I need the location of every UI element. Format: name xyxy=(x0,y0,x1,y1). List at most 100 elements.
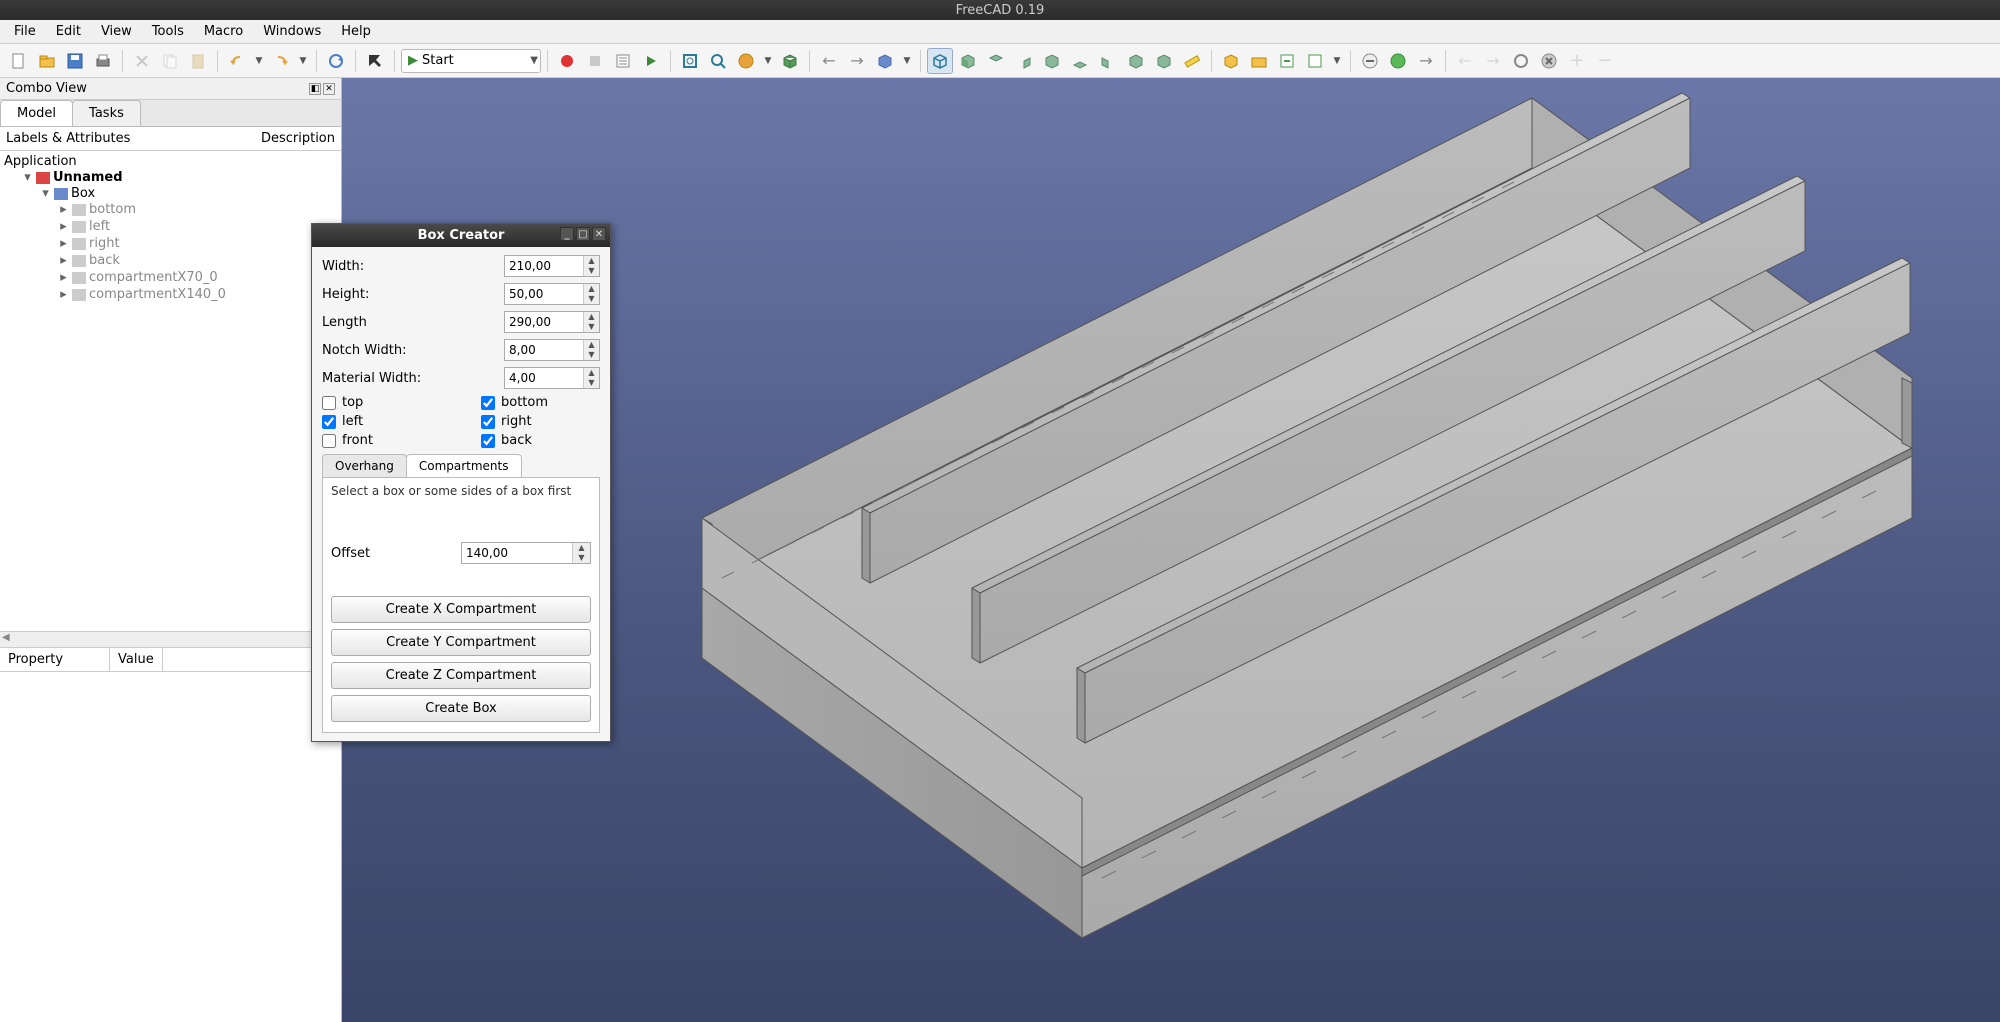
web-zoom-out-button[interactable] xyxy=(1357,48,1383,74)
view-rotate-left-button[interactable] xyxy=(1123,48,1149,74)
nav-fwd-button[interactable]: → xyxy=(844,48,870,74)
tree-hscrollbar[interactable] xyxy=(0,631,341,647)
spin-down-icon[interactable]: ▼ xyxy=(584,378,599,388)
view-top-button[interactable] xyxy=(983,48,1009,74)
length-input[interactable]: ▲▼ xyxy=(504,311,600,333)
menu-file[interactable]: File xyxy=(6,22,44,41)
view-front-button[interactable] xyxy=(955,48,981,74)
dialog-titlebar[interactable]: Box Creator _ □ ✕ xyxy=(312,224,610,247)
macro-list-button[interactable] xyxy=(610,48,636,74)
copy-button[interactable] xyxy=(157,48,183,74)
cut-button[interactable] xyxy=(129,48,155,74)
menu-edit[interactable]: Edit xyxy=(48,22,89,41)
web-zoomin-button[interactable]: + xyxy=(1564,48,1590,74)
spin-up-icon[interactable]: ▲ xyxy=(584,256,599,266)
top-checkbox[interactable]: top xyxy=(322,395,441,410)
spin-up-icon[interactable]: ▲ xyxy=(584,368,599,378)
spin-down-icon[interactable]: ▼ xyxy=(584,322,599,332)
web-stop-button[interactable] xyxy=(1536,48,1562,74)
left-check-input[interactable] xyxy=(322,415,336,429)
spin-up-icon[interactable]: ▲ xyxy=(584,312,599,322)
bounding-box-button[interactable] xyxy=(777,48,803,74)
tree-item[interactable]: ▸bottom xyxy=(58,201,341,218)
tab-model[interactable]: Model xyxy=(0,100,73,126)
save-doc-button[interactable] xyxy=(62,48,88,74)
dialog-close-icon[interactable]: ✕ xyxy=(592,227,606,241)
fit-all-button[interactable] xyxy=(677,48,703,74)
create-box-button[interactable]: Create Box xyxy=(331,695,591,722)
web-zoom-in-button[interactable]: → xyxy=(1413,48,1439,74)
redo-button[interactable] xyxy=(268,48,294,74)
nav-back-button[interactable]: ← xyxy=(816,48,842,74)
undo-button[interactable] xyxy=(224,48,250,74)
spin-up-icon[interactable]: ▲ xyxy=(573,543,590,553)
front-checkbox[interactable]: front xyxy=(322,433,441,448)
measure-button[interactable] xyxy=(1179,48,1205,74)
material-input[interactable]: ▲▼ xyxy=(504,367,600,389)
right-checkbox[interactable]: right xyxy=(481,414,600,429)
bottom-check-input[interactable] xyxy=(481,396,495,410)
view-left-button[interactable] xyxy=(1095,48,1121,74)
web-home-button[interactable] xyxy=(1385,48,1411,74)
view-bottom-button[interactable] xyxy=(1067,48,1093,74)
undo-dropdown-button[interactable]: ▼ xyxy=(252,48,266,74)
new-doc-button[interactable] xyxy=(6,48,32,74)
create-y-compartment-button[interactable]: Create Y Compartment xyxy=(331,629,591,656)
macro-stop-button[interactable] xyxy=(582,48,608,74)
notch-input[interactable]: ▲▼ xyxy=(504,339,600,361)
menu-view[interactable]: View xyxy=(93,22,140,41)
height-field[interactable] xyxy=(505,284,583,304)
tree-item[interactable]: ▸back xyxy=(58,252,341,269)
menu-windows[interactable]: Windows xyxy=(255,22,329,41)
panel-float-icon[interactable]: ◧ xyxy=(309,83,321,95)
dialog-maximize-icon[interactable]: □ xyxy=(576,227,590,241)
draw-style-dropdown[interactable]: ▼ xyxy=(761,48,775,74)
draw-style-button[interactable] xyxy=(733,48,759,74)
material-field[interactable] xyxy=(505,368,583,388)
paste-button[interactable] xyxy=(185,48,211,74)
macro-run-button[interactable] xyxy=(638,48,664,74)
menu-help[interactable]: Help xyxy=(333,22,379,41)
tree-item[interactable]: ▸compartmentX140_0 xyxy=(58,286,341,303)
group-button[interactable] xyxy=(1246,48,1272,74)
back-checkbox[interactable]: back xyxy=(481,433,600,448)
link-actions-button[interactable] xyxy=(1302,48,1328,74)
bottom-checkbox[interactable]: bottom xyxy=(481,395,600,410)
model-tree[interactable]: Application ▾Unnamed ▾Box ▸bottom ▸left … xyxy=(0,151,341,631)
menu-macro[interactable]: Macro xyxy=(196,22,251,41)
tab-tasks[interactable]: Tasks xyxy=(72,100,141,126)
web-fwd-button[interactable]: → xyxy=(1480,48,1506,74)
fit-selection-button[interactable] xyxy=(705,48,731,74)
notch-field[interactable] xyxy=(505,340,583,360)
view-rotate-right-button[interactable] xyxy=(1151,48,1177,74)
offset-field[interactable] xyxy=(462,543,572,563)
link-nav-button[interactable] xyxy=(872,48,898,74)
spin-up-icon[interactable]: ▲ xyxy=(584,340,599,350)
web-back-button[interactable]: ← xyxy=(1452,48,1478,74)
open-doc-button[interactable] xyxy=(34,48,60,74)
width-field[interactable] xyxy=(505,256,583,276)
width-input[interactable]: ▲▼ xyxy=(504,255,600,277)
spin-down-icon[interactable]: ▼ xyxy=(573,553,590,563)
view-iso-button[interactable] xyxy=(927,48,953,74)
spin-down-icon[interactable]: ▼ xyxy=(584,266,599,276)
spin-down-icon[interactable]: ▼ xyxy=(584,294,599,304)
panel-close-icon[interactable]: ✕ xyxy=(323,83,335,95)
tree-root[interactable]: Application ▾Unnamed ▾Box ▸bottom ▸left … xyxy=(4,153,341,306)
tree-group[interactable]: ▾Box ▸bottom ▸left ▸right ▸back ▸compart… xyxy=(40,185,341,304)
offset-input[interactable]: ▲▼ xyxy=(461,542,591,564)
tree-item[interactable]: ▸left xyxy=(58,218,341,235)
create-x-compartment-button[interactable]: Create X Compartment xyxy=(331,596,591,623)
refresh-button[interactable] xyxy=(323,48,349,74)
workbench-selector[interactable]: ▶ Start ▼ xyxy=(401,49,541,73)
print-button[interactable] xyxy=(90,48,116,74)
create-z-compartment-button[interactable]: Create Z Compartment xyxy=(331,662,591,689)
web-reload-button[interactable] xyxy=(1508,48,1534,74)
box-creator-dialog[interactable]: Box Creator _ □ ✕ Width: ▲▼ Height: ▲▼ L… xyxy=(311,223,611,742)
height-input[interactable]: ▲▼ xyxy=(504,283,600,305)
menu-tools[interactable]: Tools xyxy=(144,22,192,41)
web-zoomout-button[interactable]: − xyxy=(1592,48,1618,74)
link-nav-dropdown[interactable]: ▼ xyxy=(900,48,914,74)
front-check-input[interactable] xyxy=(322,434,336,448)
view-rear-button[interactable] xyxy=(1039,48,1065,74)
